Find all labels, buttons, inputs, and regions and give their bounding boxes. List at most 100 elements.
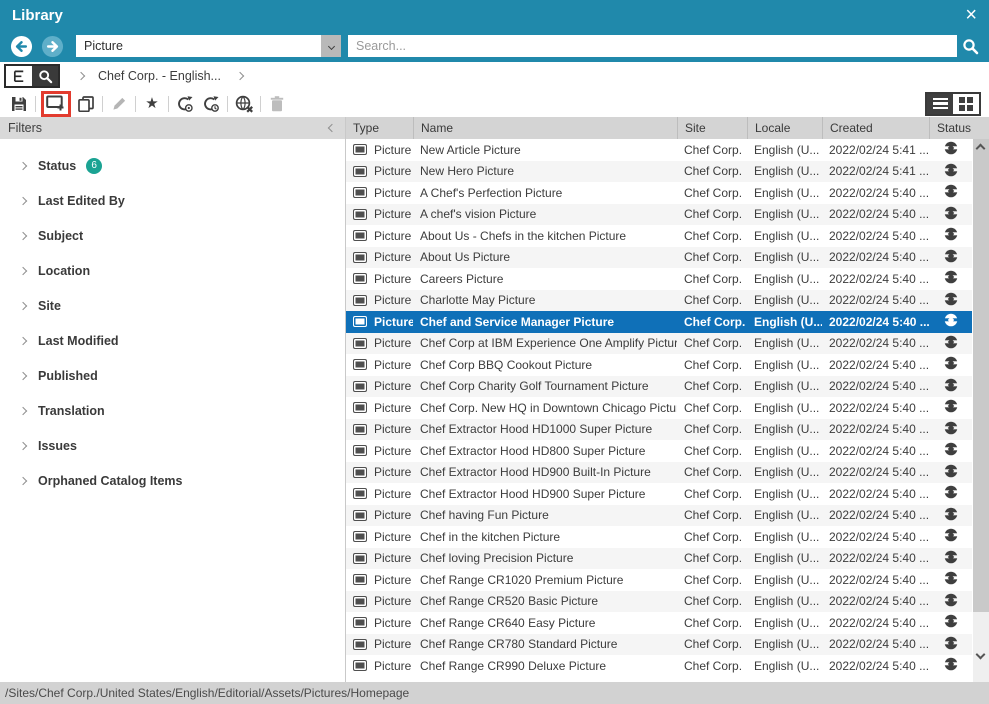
table-row[interactable]: PictureChef Range CR1020 Premium Picture… bbox=[346, 569, 972, 591]
filter-item-site[interactable]: Site bbox=[0, 288, 345, 323]
name-cell: New Hero Picture bbox=[413, 164, 677, 178]
table-row[interactable]: PictureChef Corp. New HQ in Downtown Chi… bbox=[346, 397, 972, 419]
vertical-scrollbar[interactable] bbox=[973, 139, 989, 682]
table-row[interactable]: PictureChef Corp Charity Golf Tournament… bbox=[346, 376, 972, 398]
search-view-icon[interactable] bbox=[32, 66, 58, 86]
table-row[interactable]: PictureChef Corp BBQ Cookout PictureChef… bbox=[346, 354, 972, 376]
filter-label: Last Modified bbox=[38, 334, 119, 348]
table-row[interactable]: PictureAbout Us PictureChef Corp.English… bbox=[346, 247, 972, 269]
table-row[interactable]: PictureAbout Us - Chefs in the kitchen P… bbox=[346, 225, 972, 247]
status-cell bbox=[929, 464, 972, 481]
table-row[interactable]: PictureChef Range CR640 Easy PictureChef… bbox=[346, 612, 972, 634]
table-row[interactable]: PictureNew Hero PictureChef Corp.English… bbox=[346, 161, 972, 183]
type-label: Picture bbox=[374, 143, 411, 157]
edit-icon[interactable] bbox=[106, 92, 132, 116]
type-cell: Picture bbox=[346, 616, 413, 630]
refresh-history-icon[interactable] bbox=[198, 92, 224, 116]
filter-item-last-edited-by[interactable]: Last Edited By bbox=[0, 183, 345, 218]
filter-item-subject[interactable]: Subject bbox=[0, 218, 345, 253]
status-cell bbox=[929, 163, 972, 180]
save-icon[interactable] bbox=[6, 92, 32, 116]
breadcrumb-chevron-icon[interactable] bbox=[236, 72, 244, 80]
table-row[interactable]: PictureChef in the kitchen PictureChef C… bbox=[346, 526, 972, 548]
filter-item-translation[interactable]: Translation bbox=[0, 393, 345, 428]
workflow-status-icon bbox=[944, 141, 958, 158]
scrollbar-thumb[interactable] bbox=[973, 139, 989, 612]
delete-icon[interactable] bbox=[264, 92, 290, 116]
column-header-locale[interactable]: Locale bbox=[747, 117, 822, 139]
name-cell: Chef Corp at IBM Experience One Amplify … bbox=[413, 336, 677, 350]
workflow-status-icon bbox=[944, 378, 958, 395]
breadcrumb[interactable]: Chef Corp. - English... bbox=[98, 69, 221, 83]
table-row[interactable]: PictureCareers PictureChef Corp.English … bbox=[346, 268, 972, 290]
type-cell: Picture bbox=[346, 508, 413, 522]
column-header-status[interactable]: Status bbox=[929, 117, 988, 139]
table-row[interactable]: PictureChef Corp at IBM Experience One A… bbox=[346, 333, 972, 355]
column-header-name[interactable]: Name bbox=[413, 117, 677, 139]
close-icon[interactable]: × bbox=[965, 5, 977, 25]
type-selector-value: Picture bbox=[76, 39, 321, 53]
star-icon[interactable]: ★ bbox=[139, 92, 165, 116]
table-row[interactable]: PictureChef Extractor Hood HD900 Built-I… bbox=[346, 462, 972, 484]
workflow-status-icon bbox=[944, 485, 958, 502]
search-input[interactable]: Search... bbox=[348, 35, 957, 57]
status-cell bbox=[929, 378, 972, 395]
scroll-down-icon[interactable] bbox=[976, 650, 986, 660]
site-cell: Chef Corp. bbox=[677, 401, 747, 415]
copy-icon[interactable] bbox=[73, 92, 99, 116]
add-media-icon[interactable] bbox=[41, 91, 71, 117]
name-cell: About Us Picture bbox=[413, 250, 677, 264]
picture-icon bbox=[353, 445, 367, 456]
column-header-site[interactable]: Site bbox=[677, 117, 747, 139]
table-row[interactable]: PictureNew Article PictureChef Corp.Engl… bbox=[346, 139, 972, 161]
filter-list: Status6Last Edited BySubject Location Site… bbox=[0, 139, 345, 498]
forward-icon[interactable] bbox=[41, 35, 64, 58]
name-cell: Chef Corp Charity Golf Tournament Pictur… bbox=[413, 379, 677, 393]
table-row[interactable]: PictureA Chef's Perfection PictureChef C… bbox=[346, 182, 972, 204]
created-cell: 2022/02/24 5:40 ... bbox=[822, 465, 929, 479]
type-cell: Picture bbox=[346, 379, 413, 393]
collapse-panel-icon[interactable] bbox=[328, 124, 336, 132]
picture-icon bbox=[353, 252, 367, 263]
column-header-created[interactable]: Created bbox=[822, 117, 929, 139]
table-row[interactable]: PictureChef having Fun PictureChef Corp.… bbox=[346, 505, 972, 527]
table-row[interactable]: PictureChef and Service Manager PictureC… bbox=[346, 311, 972, 333]
column-header-type[interactable]: Type bbox=[346, 117, 413, 139]
locale-cell: English (U... bbox=[747, 551, 822, 565]
list-view-icon[interactable] bbox=[927, 94, 953, 114]
expand-chevron-icon bbox=[19, 441, 27, 449]
table-row[interactable]: PictureChef Range CR990 Deluxe PictureCh… bbox=[346, 655, 972, 677]
grid-view-icon[interactable] bbox=[953, 94, 979, 114]
main-area: Filters Status6Last Edited BySubjectLoca… bbox=[0, 117, 989, 682]
refresh-version-icon[interactable] bbox=[172, 92, 198, 116]
table-row[interactable]: PictureChef Extractor Hood HD800 Super P… bbox=[346, 440, 972, 462]
dropdown-chevron-icon[interactable] bbox=[321, 35, 341, 57]
filter-item-last-modified[interactable]: Last Modified bbox=[0, 323, 345, 358]
tree-view-icon[interactable] bbox=[6, 66, 32, 86]
name-cell: Chef Extractor Hood HD800 Super Picture bbox=[413, 444, 677, 458]
table-row[interactable]: PictureChef Extractor Hood HD1000 Super … bbox=[346, 419, 972, 441]
table-row[interactable]: PictureChef Range CR520 Basic PictureChe… bbox=[346, 591, 972, 613]
name-cell: Chef Corp BBQ Cookout Picture bbox=[413, 358, 677, 372]
library-window: Library × Picture Search... bbox=[0, 0, 989, 704]
filter-item-location[interactable]: Location bbox=[0, 253, 345, 288]
table-row[interactable]: PictureChef Extractor Hood HD900 Super P… bbox=[346, 483, 972, 505]
table-row[interactable]: PictureA chef's vision PictureChef Corp.… bbox=[346, 204, 972, 226]
back-icon[interactable] bbox=[10, 35, 33, 58]
search-icon[interactable] bbox=[957, 38, 983, 55]
table-row[interactable]: PictureChef loving Precision PictureChef… bbox=[346, 548, 972, 570]
status-cell bbox=[929, 292, 972, 309]
type-selector[interactable]: Picture bbox=[76, 35, 341, 57]
filter-item-status[interactable]: Status6 bbox=[0, 148, 345, 183]
table-row[interactable]: PictureChef Range CR780 Standard Picture… bbox=[346, 634, 972, 656]
filter-item-issues[interactable]: Issues bbox=[0, 428, 345, 463]
filter-item-published[interactable]: Published bbox=[0, 358, 345, 393]
name-cell: Chef Extractor Hood HD900 Built-In Pictu… bbox=[413, 465, 677, 479]
filter-label: Location bbox=[38, 264, 90, 278]
filter-item-orphaned-catalog-items[interactable]: Orphaned Catalog Items bbox=[0, 463, 345, 498]
table-row[interactable]: PictureCharlotte May PictureChef Corp.En… bbox=[346, 290, 972, 312]
type-label: Picture bbox=[374, 487, 411, 501]
type-label: Picture bbox=[374, 422, 411, 436]
remove-language-icon[interactable] bbox=[231, 92, 257, 116]
workflow-status-icon bbox=[944, 464, 958, 481]
